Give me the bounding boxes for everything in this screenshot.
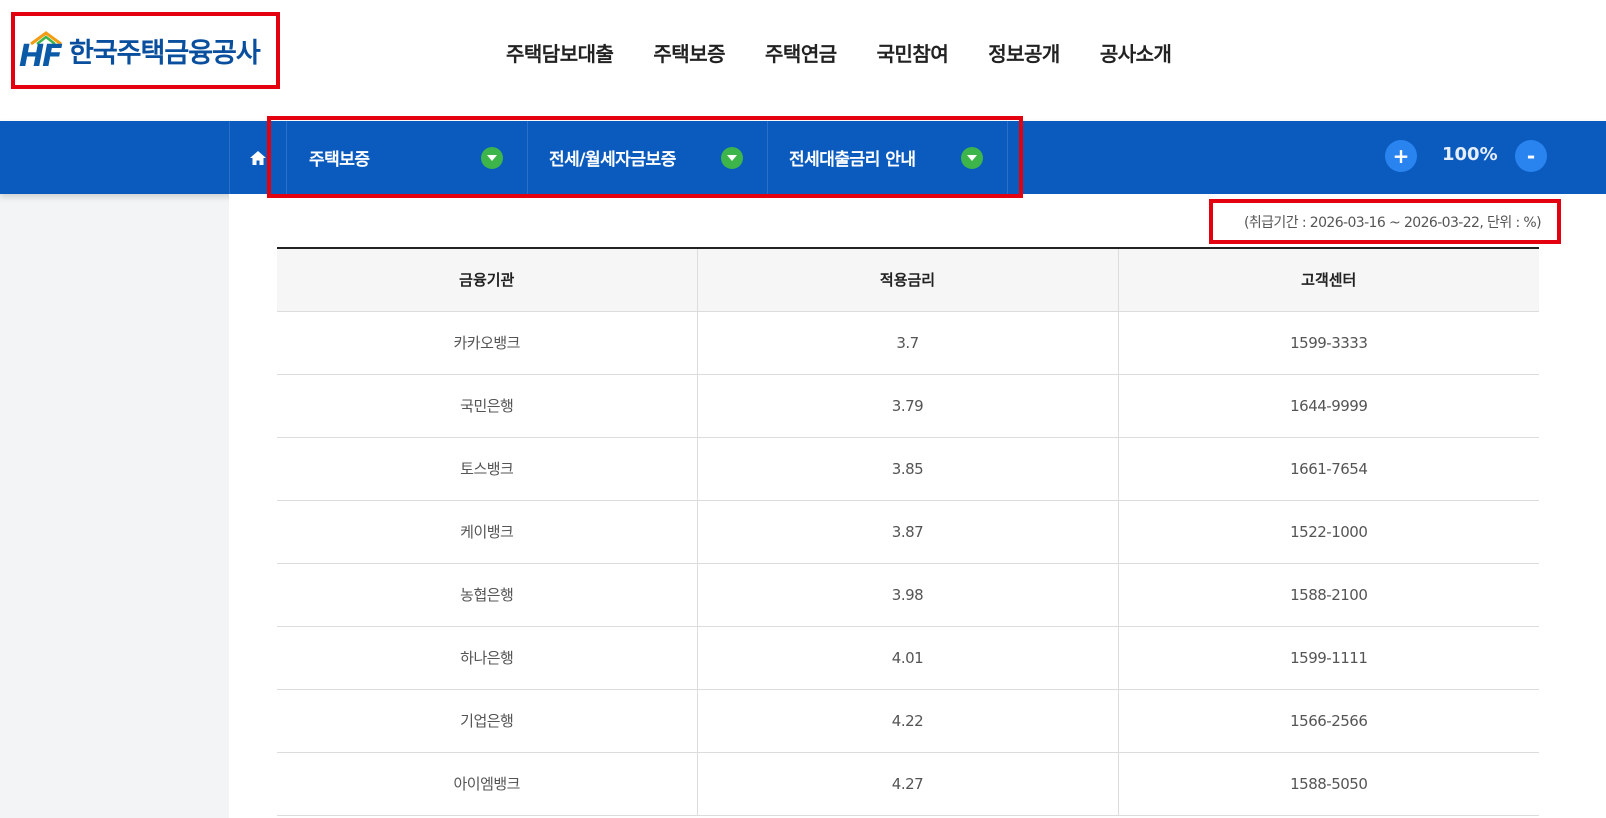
institution-cell: 케이뱅크 xyxy=(277,500,698,564)
home-icon xyxy=(250,150,266,165)
nav-information-disclosure[interactable]: 정보공개 xyxy=(988,38,1060,67)
nav-public-participation[interactable]: 국민참여 xyxy=(877,38,949,67)
period-text: (취급기간 : 2026-03-16 ~ 2026-03-22, 단위 : %) xyxy=(1244,214,1542,231)
contact-cell: 1522-1000 xyxy=(1118,500,1539,564)
period-highlight-box: (취급기간 : 2026-03-16 ~ 2026-03-22, 단위 : %) xyxy=(1209,199,1561,244)
logo-mark-text: HF xyxy=(19,38,63,74)
rate-cell: 3.85 xyxy=(697,437,1119,501)
rate-cell: 3.7 xyxy=(697,311,1119,375)
table-row: 카카오뱅크 3.7 1599-3333 xyxy=(277,311,1539,375)
zoom-level: 100% xyxy=(1442,144,1498,165)
contact-cell: 1588-5050 xyxy=(1118,752,1539,816)
table-row: 기업은행 4.22 1566-2566 xyxy=(277,689,1539,753)
contact-cell: 1566-2566 xyxy=(1118,689,1539,753)
rate-cell: 3.98 xyxy=(697,563,1119,627)
rate-cell: 4.01 xyxy=(697,626,1119,690)
global-nav: 주택담보대출 주택보증 주택연금 국민참여 정보공개 공사소개 xyxy=(506,38,1211,67)
zoom-in-button[interactable]: + xyxy=(1385,140,1417,172)
table-row: 하나은행 4.01 1599-1111 xyxy=(277,626,1539,690)
contact-cell: 1599-1111 xyxy=(1118,626,1539,690)
table-row: 국민은행 3.79 1644-9999 xyxy=(277,374,1539,438)
institution-cell: 하나은행 xyxy=(277,626,698,690)
rate-cell: 3.79 xyxy=(697,374,1119,438)
column-header-institution: 금융기관 xyxy=(277,248,698,312)
nav-about[interactable]: 공사소개 xyxy=(1100,38,1172,67)
column-header-rate: 적용금리 xyxy=(697,248,1119,312)
institution-cell: 카카오뱅크 xyxy=(277,311,698,375)
contact-cell: 1588-2100 xyxy=(1118,563,1539,627)
table-header-row: 금융기관 적용금리 고객센터 xyxy=(277,248,1539,312)
institution-cell: 토스뱅크 xyxy=(277,437,698,501)
zoom-out-button[interactable]: - xyxy=(1515,140,1547,172)
rate-cell: 4.22 xyxy=(697,689,1119,753)
site-header: HF 한국주택금융공사 주택담보대출 주택보증 주택연금 국민참여 정보공개 공… xyxy=(0,0,1606,121)
contact-cell: 1599-3333 xyxy=(1118,311,1539,375)
institution-cell: 농협은행 xyxy=(277,563,698,627)
institution-cell: 아이엠뱅크 xyxy=(277,752,698,816)
nav-mortgage-loan[interactable]: 주택담보대출 xyxy=(506,38,614,67)
table-row: 토스뱅크 3.85 1661-7654 xyxy=(277,437,1539,501)
hf-logo-icon: HF xyxy=(19,30,63,74)
nav-housing-guarantee[interactable]: 주택보증 xyxy=(653,38,725,67)
rate-cell: 4.27 xyxy=(697,752,1119,816)
logo-text: 한국주택금융공사 xyxy=(69,38,261,69)
column-header-contact: 고객센터 xyxy=(1118,248,1539,312)
table-row: 아이엠뱅크 4.27 1588-5050 xyxy=(277,752,1539,816)
institution-cell: 국민은행 xyxy=(277,374,698,438)
nav-housing-pension[interactable]: 주택연금 xyxy=(765,38,837,67)
rate-table: 금융기관 적용금리 고객센터 카카오뱅크 3.7 1599-3333 국민은행 … xyxy=(277,247,1539,816)
site-logo[interactable]: HF 한국주택금융공사 xyxy=(11,12,280,89)
contact-cell: 1661-7654 xyxy=(1118,437,1539,501)
breadcrumb-highlight-box xyxy=(267,116,1023,198)
contact-cell: 1644-9999 xyxy=(1118,374,1539,438)
table-row: 농협은행 3.98 1588-2100 xyxy=(277,563,1539,627)
rate-cell: 3.87 xyxy=(697,500,1119,564)
institution-cell: 기업은행 xyxy=(277,689,698,753)
table-row: 케이뱅크 3.87 1522-1000 xyxy=(277,500,1539,564)
